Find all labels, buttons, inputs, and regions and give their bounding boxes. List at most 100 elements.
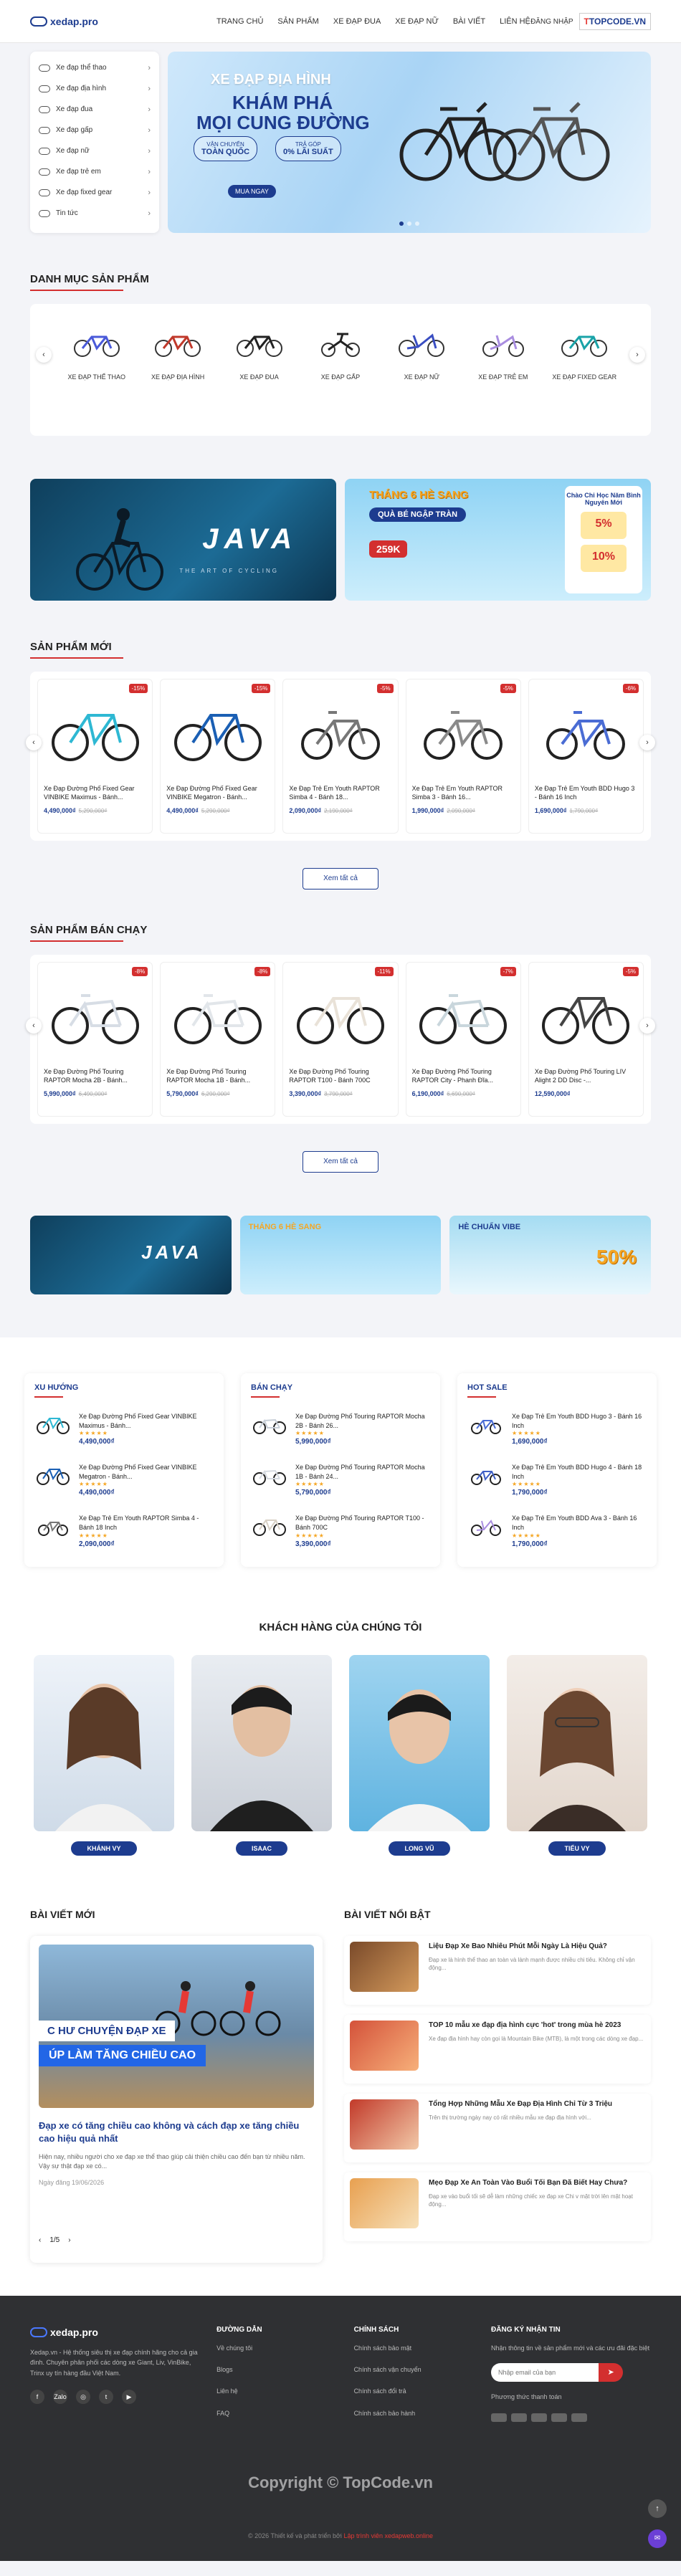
post-item[interactable]: Mẹo Đạp Xe An Toàn Vào Buổi Tối Bạn Đã B… xyxy=(344,2172,651,2241)
next-arrow-icon[interactable]: › xyxy=(639,1018,655,1034)
category-item[interactable]: XE ĐẠP THỂ THAO xyxy=(56,323,137,382)
newsletter-email-input[interactable] xyxy=(491,2362,599,2382)
sidebar-item-racing[interactable]: Xe đạp đua › xyxy=(30,99,159,120)
product-card[interactable]: -15% Xe Đạp Đường Phố Fixed Gear VINBIKE… xyxy=(160,679,276,834)
customer-card[interactable]: LONG VŨ xyxy=(349,1654,490,1856)
nav-item-home[interactable]: TRANG CHỦ xyxy=(216,14,263,29)
category-item[interactable]: XE ĐẠP ĐUA xyxy=(219,323,300,382)
product-card[interactable]: -15% Xe Đạp Đường Phố Fixed Gear VINBIKE… xyxy=(37,679,153,834)
footer-link-faq[interactable]: FAQ xyxy=(216,2408,339,2418)
category-item[interactable]: XE ĐẠP GẤP xyxy=(300,323,381,382)
sidebar-item-sport[interactable]: Xe đạp thể thao › xyxy=(30,57,159,78)
customer-name-button[interactable]: KHÁNH VY xyxy=(71,1841,137,1856)
product-card[interactable]: -11% Xe Đạp Đường Phố Touring RAPTOR T10… xyxy=(282,962,399,1117)
prev-arrow-icon[interactable]: ‹ xyxy=(26,735,42,750)
copyright-link[interactable]: Lập trình viên xedapweb.online xyxy=(343,2532,433,2539)
vibe-promo-banner[interactable]: HÈ CHUẨN VIBE 50% xyxy=(449,1216,652,1294)
pager-prev-icon[interactable]: ‹ xyxy=(39,2236,41,2244)
category-item[interactable]: XE ĐẠP TRẺ EM xyxy=(462,323,543,382)
category-item[interactable]: XE ĐẠP NỮ xyxy=(381,323,462,382)
list-item[interactable]: Xe Đạp Trẻ Em Youth RAPTOR Simba 4 - Bán… xyxy=(34,1504,214,1555)
product-card[interactable]: -5% Xe Đạp Đường Phố Touring LIV Alight … xyxy=(528,962,644,1117)
carousel-dot[interactable] xyxy=(399,221,404,226)
carousel-dot[interactable] xyxy=(415,221,419,226)
footer-logo[interactable]: xedap.pro xyxy=(30,2324,202,2340)
zalo-icon[interactable]: Zalo xyxy=(53,2390,67,2405)
customer-card[interactable]: TIỂU VY xyxy=(507,1654,647,1856)
nav-item-blog[interactable]: BÀI VIẾT xyxy=(453,14,485,29)
next-arrow-icon[interactable]: › xyxy=(629,347,645,363)
product-card[interactable]: -8% Xe Đạp Đường Phố Touring RAPTOR Moch… xyxy=(37,962,153,1117)
nav-item-racing[interactable]: XE ĐẠP ĐUA xyxy=(333,14,381,29)
post-item[interactable]: Liệu Đạp Xe Bao Nhiêu Phút Mỗi Ngày Là H… xyxy=(344,1935,651,2005)
customer-card[interactable]: ISAAC xyxy=(191,1654,332,1856)
list-item[interactable]: Xe Đạp Trẻ Em Youth BDD Hugo 4 - Bánh 18… xyxy=(467,1453,647,1504)
java-promo-banner[interactable]: JAVA THE ART OF CYCLING xyxy=(30,479,336,601)
list-item[interactable]: Xe Đạp Trẻ Em Youth BDD Hugo 3 - Bánh 16… xyxy=(467,1402,647,1453)
list-item[interactable]: Xe Đạp Đường Phố Touring RAPTOR T100 - B… xyxy=(251,1504,430,1555)
customer-name-button[interactable]: ISAAC xyxy=(235,1841,287,1856)
youtube-icon[interactable]: ▶ xyxy=(122,2390,136,2405)
footer-link-shipping[interactable]: Chính sách vận chuyển xyxy=(354,2365,477,2375)
view-all-best-button[interactable]: Xem tất cả xyxy=(303,1151,378,1173)
product-card[interactable]: -6% Xe Đạp Trẻ Em Youth BDD Hugo 3 - Bán… xyxy=(528,679,644,834)
list-item[interactable]: Xe Đạp Trẻ Em Youth BDD Ava 3 - Bánh 16 … xyxy=(467,1504,647,1555)
next-arrow-icon[interactable]: › xyxy=(639,735,655,750)
category-item[interactable]: XE ĐẠP ĐỊA HÌNH xyxy=(137,323,218,382)
footer-link-blogs[interactable]: Blogs xyxy=(216,2365,339,2375)
chat-icon[interactable]: ✉ xyxy=(648,2529,667,2548)
featured-post-title[interactable]: Đạp xe có tăng chiều cao không và cách đ… xyxy=(39,2119,314,2145)
customer-card[interactable]: KHÁNH VY xyxy=(34,1654,174,1856)
list-item[interactable]: Xe Đạp Đường Phố Touring RAPTOR Mocha 1B… xyxy=(251,1453,430,1504)
sidebar-item-kids[interactable]: Xe đạp trẻ em › xyxy=(30,161,159,182)
footer-link-privacy[interactable]: Chính sách bảo mật xyxy=(354,2343,477,2353)
post-item[interactable]: TOP 10 mẫu xe đạp địa hình cực 'hot' tro… xyxy=(344,2014,651,2084)
pager-next-icon[interactable]: › xyxy=(68,2236,70,2244)
hero-banner[interactable]: XE ĐẠP ĐỊA HÌNH KHÁM PHÁ MỌI CUNG ĐƯỜNG … xyxy=(168,52,651,233)
post-item[interactable]: Tổng Hợp Những Mẫu Xe Đạp Địa Hình Chỉ T… xyxy=(344,2093,651,2162)
carousel-dot[interactable] xyxy=(407,221,411,226)
summer-promo-banner-small[interactable]: THÁNG 6 HÈ SANG xyxy=(239,1216,442,1294)
prev-arrow-icon[interactable]: ‹ xyxy=(26,1018,42,1034)
sidebar-item-folding[interactable]: Xe đạp gấp › xyxy=(30,120,159,140)
buy-now-button[interactable]: MUA NGAY xyxy=(228,185,276,198)
customer-name-button[interactable]: TIỂU VY xyxy=(548,1841,606,1856)
send-icon[interactable]: ➤ xyxy=(599,2362,624,2382)
social-links: f Zalo ◎ t ▶ xyxy=(30,2390,202,2405)
list-item[interactable]: Xe Đạp Đường Phố Touring RAPTOR Mocha 2B… xyxy=(251,1402,430,1453)
sidebar-item-mtb[interactable]: Xe đạp địa hình › xyxy=(30,78,159,99)
product-name: Xe Đạp Đường Phố Touring LIV Alight 2 DD… xyxy=(534,1068,627,1084)
featured-post-card[interactable]: C HƯ CHUYỆN ĐẠP XE ÚP LÀM TĂNG CHIỀU CAO… xyxy=(30,1935,323,2263)
java-promo-banner-small[interactable]: JAVA xyxy=(30,1216,232,1294)
bike-thumb-icon xyxy=(38,1522,68,1537)
footer-link-about[interactable]: Về chúng tôi xyxy=(216,2343,339,2353)
chevron-right-icon: › xyxy=(148,63,151,72)
vibe-percent: 50% xyxy=(596,1246,637,1268)
back-to-top-icon[interactable]: ↑ xyxy=(648,2499,667,2518)
instagram-icon[interactable]: ◎ xyxy=(76,2390,90,2405)
sidebar-item-news[interactable]: Tin tức › xyxy=(30,203,159,224)
list-item[interactable]: Xe Đạp Đường Phố Fixed Gear VINBIKE Mega… xyxy=(34,1453,214,1504)
footer-link-warranty[interactable]: Chính sách bảo hành xyxy=(354,2408,477,2418)
nav-item-women[interactable]: XE ĐẠP NỮ xyxy=(395,14,439,29)
product-card[interactable]: -7% Xe Đạp Đường Phố Touring RAPTOR City… xyxy=(405,962,521,1117)
view-all-new-button[interactable]: Xem tất cả xyxy=(303,868,378,889)
site-logo[interactable]: xedap.pro xyxy=(30,16,173,27)
customer-name-button[interactable]: LONG VŨ xyxy=(389,1841,450,1856)
sidebar-item-women[interactable]: Xe đạp nữ › xyxy=(30,140,159,161)
summer-promo-banner[interactable]: THÁNG 6 HÈ SANG QUÀ BÉ NGẬP TRÀN 259K Ch… xyxy=(345,479,651,601)
product-card[interactable]: -8% Xe Đạp Đường Phố Touring RAPTOR Moch… xyxy=(160,962,276,1117)
nav-item-products[interactable]: SẢN PHẨM xyxy=(277,14,318,29)
footer-link-return[interactable]: Chính sách đổi trả xyxy=(354,2386,477,2396)
sidebar-item-fixed-gear[interactable]: Xe đạp fixed gear › xyxy=(30,182,159,203)
twitter-icon[interactable]: t xyxy=(99,2390,113,2405)
list-item[interactable]: Xe Đạp Đường Phố Fixed Gear VINBIKE Maxi… xyxy=(34,1402,214,1453)
product-card[interactable]: -5% Xe Đạp Trẻ Em Youth RAPTOR Simba 4 -… xyxy=(282,679,399,834)
prev-arrow-icon[interactable]: ‹ xyxy=(36,347,52,363)
facebook-icon[interactable]: f xyxy=(30,2390,44,2405)
category-item[interactable]: XE ĐẠP FIXED GEAR xyxy=(544,323,625,382)
login-link[interactable]: ĐĂNG NHẬP xyxy=(530,18,573,26)
product-card[interactable]: -5% Xe Đạp Trẻ Em Youth RAPTOR Simba 3 -… xyxy=(405,679,521,834)
nav-item-contact[interactable]: LIÊN HỆ xyxy=(500,14,530,29)
footer-link-contact[interactable]: Liên hệ xyxy=(216,2386,339,2396)
